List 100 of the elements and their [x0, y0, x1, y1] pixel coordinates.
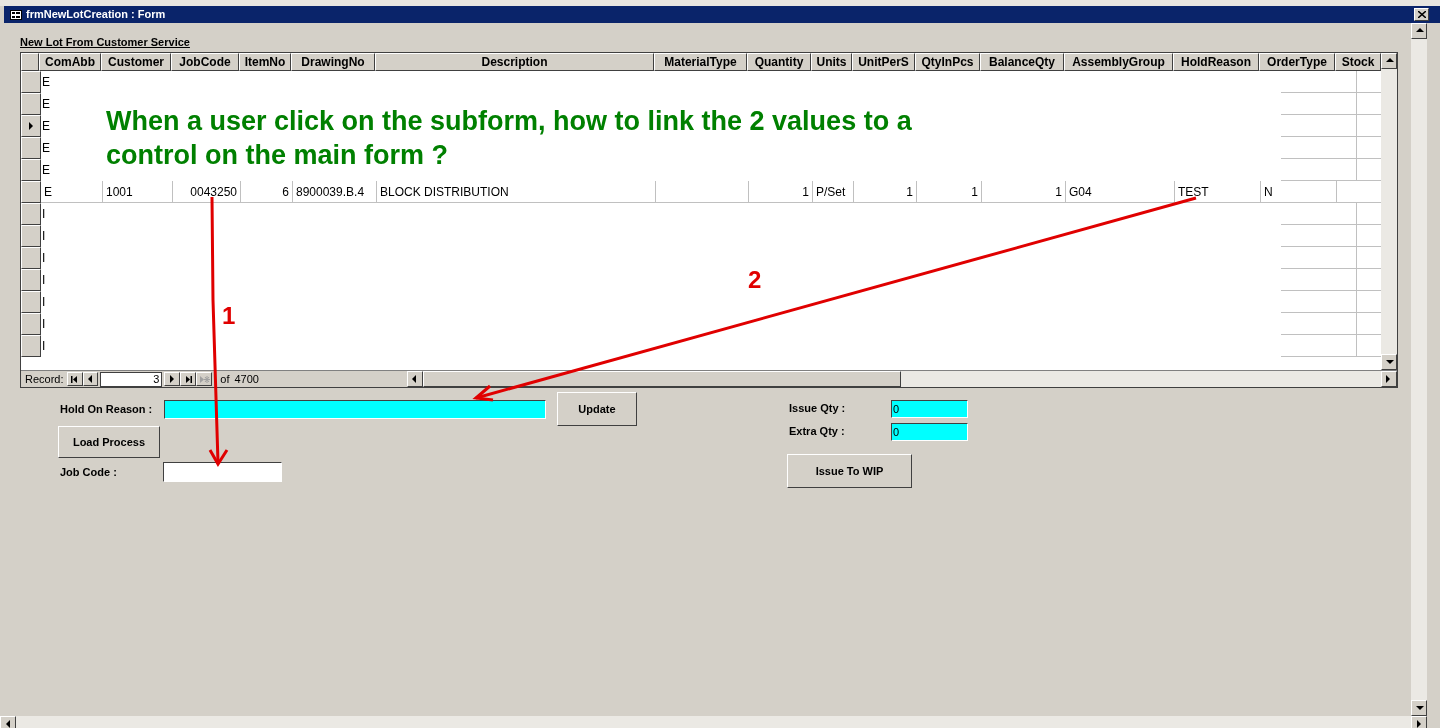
table-cell-text: 1 [906, 183, 913, 201]
job-code-field[interactable] [163, 462, 282, 482]
form-icon [10, 9, 22, 20]
column-header[interactable]: OrderType [1259, 53, 1335, 71]
row-selector[interactable] [21, 313, 41, 335]
column-header[interactable]: UnitPerS [852, 53, 915, 71]
row-selector[interactable] [21, 71, 41, 93]
row-selector[interactable] [21, 159, 41, 181]
down-arrow-icon [1414, 703, 1424, 713]
table-cell-text: I [42, 294, 46, 311]
column-header[interactable]: Customer [101, 53, 171, 71]
scroll-right-button[interactable] [1381, 371, 1397, 387]
table-cell-text: I [42, 272, 46, 289]
row-selector[interactable] [21, 225, 41, 247]
scroll-left-button[interactable] [406, 371, 423, 387]
first-record-button[interactable] [66, 372, 83, 386]
form-scroll-right-button[interactable] [1411, 716, 1427, 728]
update-button[interactable]: Update [557, 392, 637, 426]
column-header[interactable]: JobCode [171, 53, 239, 71]
table-cell-text: I [42, 316, 46, 333]
column-header[interactable]: Quantity [747, 53, 811, 71]
table-cell-text: 6 [282, 183, 289, 201]
table-cell-text: I [42, 206, 46, 223]
form-scroll-left-button[interactable] [0, 716, 16, 728]
record-number-field[interactable]: 3 [100, 371, 163, 387]
column-header[interactable]: Stock [1335, 53, 1381, 71]
field-label: Hold On Reason : [60, 401, 154, 417]
annotation-number: 2 [748, 266, 762, 294]
column-header[interactable]: BalanceQty [980, 53, 1064, 71]
column-header[interactable]: MaterialType [654, 53, 747, 71]
column-header[interactable]: Description [375, 53, 654, 71]
table-cell-text: E [42, 162, 50, 179]
table-cell-text: E [42, 118, 50, 135]
new-record-button[interactable] [196, 372, 213, 386]
scroll-up-button[interactable] [1381, 53, 1397, 69]
load-process-button[interactable]: Load Process [58, 426, 160, 458]
table-cell-text: E [42, 74, 50, 91]
record-total: 4700 [234, 371, 259, 387]
table-cell-text: G04 [1069, 183, 1092, 201]
row-selector[interactable] [21, 137, 41, 159]
table-cell-text: E [42, 140, 50, 157]
form-scroll-up-button[interactable] [1411, 23, 1427, 39]
column-header[interactable]: Units [811, 53, 852, 71]
table-cell-text: E [44, 183, 52, 201]
field-label: Issue Qty : [789, 401, 847, 417]
row-selector[interactable] [21, 93, 41, 115]
table-cell-text: P/Set [816, 183, 846, 201]
row-selector[interactable] [21, 203, 41, 225]
column-header[interactable]: ComAbb [39, 53, 101, 71]
new-record-icon [198, 374, 210, 384]
previous-icon [86, 374, 95, 384]
table-cell-text: 1 [971, 183, 978, 201]
vertical-scrollbar[interactable] [1381, 53, 1397, 370]
quantity-field[interactable]: 0 [891, 422, 968, 441]
close-icon [1417, 11, 1426, 18]
field-label: Job Code : [60, 464, 118, 480]
column-header[interactable]: DrawingNo [291, 53, 375, 71]
record-label: Record: [25, 371, 64, 387]
column-header[interactable]: ItemNo [239, 53, 291, 71]
row-selector[interactable] [21, 247, 41, 269]
current-record-icon [26, 121, 36, 131]
table-cell-text: 0043250 [190, 183, 237, 201]
table-cell-text: TEST [1178, 183, 1209, 201]
hold-reason-field[interactable] [164, 399, 546, 419]
table-cell-text: 8900039.B.4 [296, 183, 365, 201]
form-horizontal-scrollbar[interactable] [0, 716, 1427, 728]
row-selector[interactable] [21, 269, 41, 291]
table-cell-text: E [42, 96, 50, 113]
column-header[interactable]: HoldReason [1173, 53, 1259, 71]
table-cell-text: I [42, 338, 46, 355]
form-scroll-down-button[interactable] [1411, 700, 1427, 716]
row-selector[interactable] [21, 291, 41, 313]
table-cell-text: 1 [802, 183, 809, 201]
last-record-icon [183, 374, 193, 384]
column-header[interactable]: AssemblyGroup [1064, 53, 1173, 71]
down-arrow-icon [1384, 357, 1394, 367]
annotation-number: 1 [222, 302, 236, 330]
next-icon [167, 374, 177, 384]
issue-to-wip-button[interactable]: Issue To WIP [787, 454, 912, 488]
table-cell-text: I [42, 250, 46, 267]
quantity-field[interactable]: 0 [891, 399, 968, 418]
row-selector[interactable] [21, 115, 41, 137]
row-selector[interactable] [21, 335, 41, 357]
first-record-icon [70, 374, 79, 384]
annotation-text: When a user click on the subform, how to link the 2 values to a control on the main form ? [106, 105, 912, 172]
table-cell-text: 1001 [106, 183, 133, 201]
table-cell-text: N [1264, 183, 1273, 201]
window-title: frmNewLotCreation : Form [26, 7, 166, 23]
scroll-thumb[interactable] [422, 371, 901, 387]
row-selector[interactable] [21, 181, 41, 203]
scroll-down-button[interactable] [1381, 354, 1397, 370]
record-of-label: of [220, 371, 230, 387]
next-record-button[interactable] [164, 372, 181, 386]
last-record-button[interactable] [180, 372, 197, 386]
field-label: Extra Qty : [789, 424, 846, 440]
right-arrow-icon [1414, 719, 1424, 728]
column-header[interactable]: QtyInPcs [915, 53, 980, 71]
horizontal-scrollbar[interactable] [406, 371, 1397, 387]
form-vertical-scrollbar[interactable] [1411, 23, 1427, 716]
close-button[interactable] [1414, 8, 1429, 21]
